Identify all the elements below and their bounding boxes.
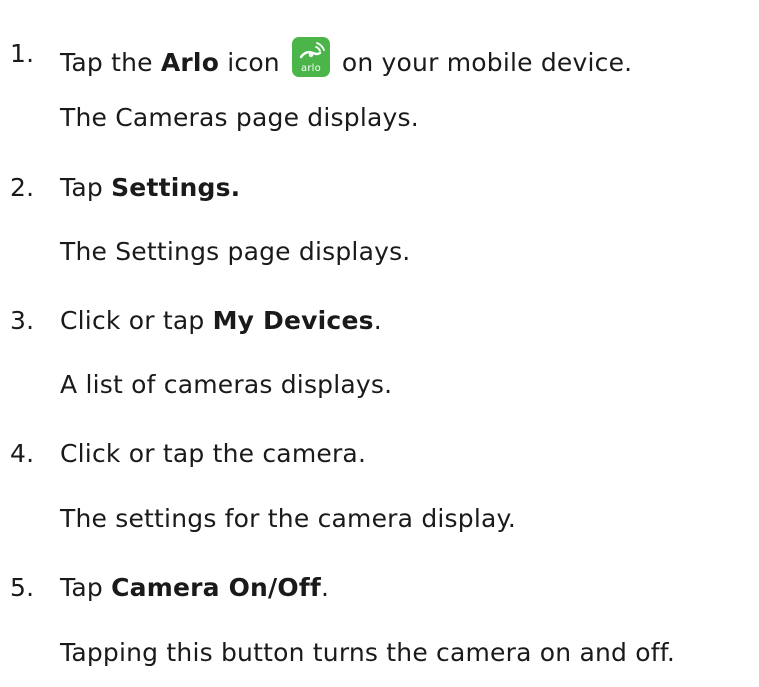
arlo-icon-label: arlo <box>301 63 321 74</box>
step-4-number: 4. <box>10 439 35 468</box>
instruction-steps: 1. Tap the Arlo icon arlo on your mobile… <box>0 0 759 687</box>
step-5-text: Tap Camera On/Off. <box>60 571 329 605</box>
step-2-text: Tap Settings. <box>60 171 240 205</box>
step-3-result: A list of cameras displays. <box>60 370 393 399</box>
step-5-number: 5. <box>10 573 35 602</box>
step-1-pre: Tap the <box>60 48 161 77</box>
step-2-bold: Settings. <box>111 173 241 202</box>
step-4-pre: Click or tap the camera. <box>60 439 367 468</box>
step-2-pre: Tap <box>60 173 112 202</box>
step-1-result: The Cameras page displays. <box>60 103 419 132</box>
step-1-text: Tap the Arlo icon arlo on your mobile de… <box>60 37 632 80</box>
step-3-bold: My Devices <box>212 306 374 335</box>
step-1-post: on your mobile device. <box>341 48 633 77</box>
step-4-result: The settings for the camera display. <box>60 504 517 533</box>
step-1-bold: Arlo <box>160 48 220 77</box>
arlo-app-icon: arlo <box>291 37 330 77</box>
step-3-number: 3. <box>10 306 35 335</box>
step-3-pre: Click or tap <box>60 306 213 335</box>
step-4-text: Click or tap the camera. <box>60 437 366 471</box>
step-1-mid: icon <box>219 48 280 77</box>
step-5-result: Tapping this button turns the camera on … <box>60 638 676 667</box>
step-1-number: 1. <box>10 39 35 68</box>
step-2-number: 2. <box>10 173 35 202</box>
step-5-bold: Camera On/Off <box>111 573 321 602</box>
step-5-pre: Tap <box>60 573 112 602</box>
step-5-post: . <box>321 573 330 602</box>
step-2-result: The Settings page displays. <box>60 237 411 266</box>
step-3-text: Click or tap My Devices. <box>60 304 382 338</box>
step-3-post: . <box>373 306 382 335</box>
